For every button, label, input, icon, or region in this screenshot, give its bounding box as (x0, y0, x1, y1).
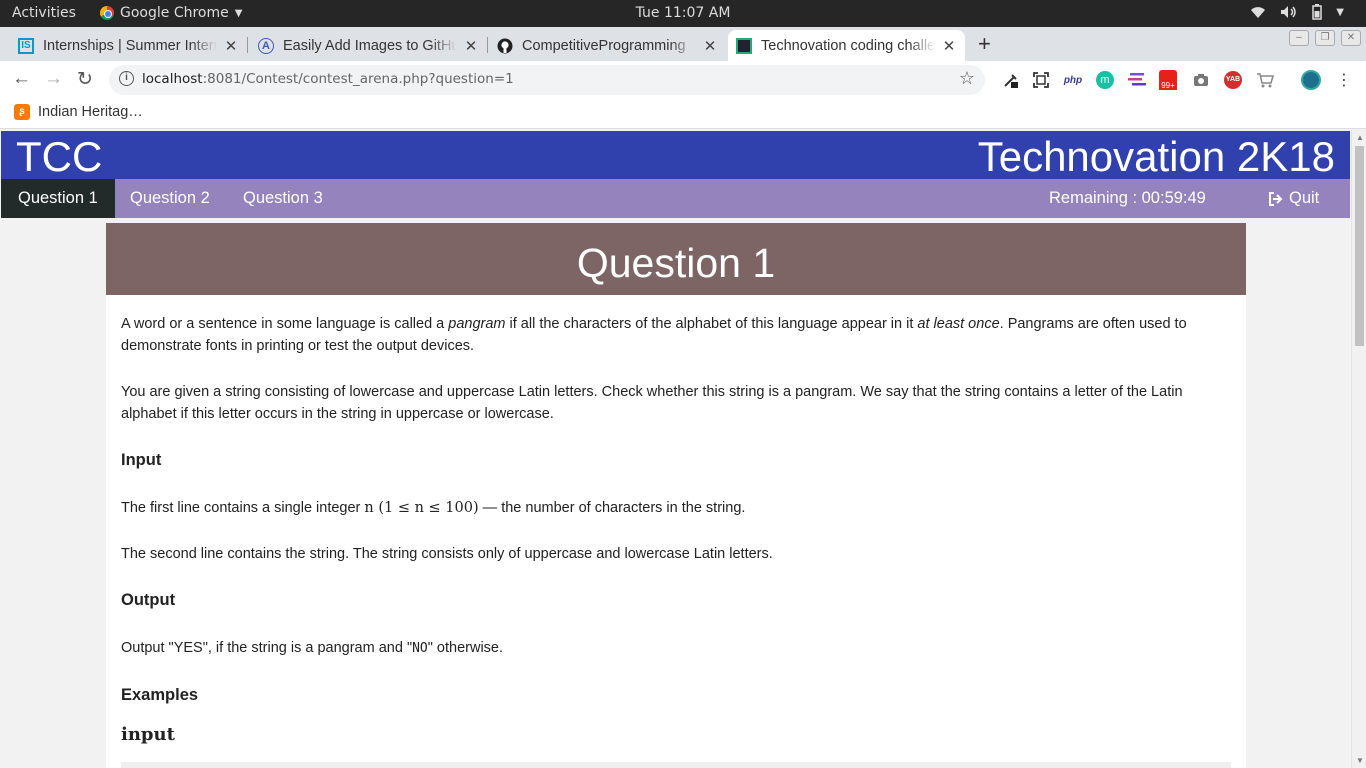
cart-icon[interactable] (1255, 70, 1275, 90)
bookmark-star-icon[interactable]: ☆ (959, 68, 975, 89)
tab-competitive-programming[interactable]: CompetitiveProgramming ✕ (489, 30, 726, 61)
back-button[interactable]: ← (12, 68, 31, 90)
site-brand[interactable]: TCC (16, 133, 102, 181)
reload-button[interactable]: ↻ (77, 68, 93, 91)
bookmark-indian-heritage[interactable]: ʂ Indian Heritag… (14, 104, 143, 120)
avatar[interactable] (1301, 70, 1321, 90)
event-title: Technovation 2K18 (977, 133, 1335, 180)
input-paragraph-2: The second line contains the string. The… (121, 546, 773, 562)
bookmarks-bar: ʂ Indian Heritag… (0, 99, 1366, 129)
quit-label: Quit (1289, 189, 1320, 207)
camera-icon[interactable] (1191, 70, 1211, 90)
yab-icon[interactable]: YAB (1223, 70, 1243, 90)
nav-question-3[interactable]: Question 3 (226, 179, 340, 218)
wifi-icon (1251, 7, 1266, 18)
example-input-box[interactable]: 12 (121, 762, 1231, 768)
battery-icon (1312, 4, 1323, 20)
internshala-favicon-icon: IS (18, 37, 34, 54)
php-icon[interactable]: php (1063, 70, 1083, 90)
m-extension-icon[interactable]: m (1095, 70, 1115, 90)
statement-paragraph-1: A word or a sentence in some language is… (121, 316, 1187, 354)
statement-paragraph-2: You are given a string consisting of low… (121, 384, 1183, 422)
tab-title: CompetitiveProgramming (522, 37, 686, 54)
scroll-up-icon[interactable]: ▲ (1356, 133, 1364, 142)
system-top-bar: Activities Google Chrome ▼ Tue 11:07 AM … (0, 0, 1366, 27)
info-icon[interactable]: i (119, 71, 134, 86)
app-menu[interactable]: Google Chrome ▼ (100, 5, 242, 21)
forward-button[interactable]: → (44, 68, 63, 90)
volume-icon (1281, 6, 1297, 18)
menu-kebab-icon[interactable]: ⋮ (1334, 70, 1354, 90)
examples-heading: Examples (121, 686, 199, 704)
tab-divider (247, 37, 248, 53)
close-tab-icon[interactable]: ✕ (463, 37, 479, 55)
tab-divider (487, 37, 488, 53)
close-window-button[interactable]: ✕ (1341, 30, 1361, 46)
tab-strip: IS Internships | Summer Internships ✕ A … (0, 27, 1366, 61)
nav-question-2[interactable]: Question 2 (113, 179, 227, 218)
system-tray[interactable]: ▼ (1250, 4, 1344, 20)
output-paragraph: Output "YES", if the string is a pangram… (121, 640, 504, 656)
chevron-down-icon: ▼ (234, 7, 243, 19)
scrollbar-thumb[interactable] (1355, 146, 1364, 346)
scroll-down-icon[interactable]: ▼ (1356, 756, 1364, 765)
address-bar[interactable]: i localhost:8081/Contest/contest_arena.p… (109, 65, 985, 95)
tab-title: Technovation coding challenge (761, 37, 935, 54)
activities-button[interactable]: Activities (12, 5, 76, 21)
nav-question-1[interactable]: Question 1 (1, 179, 115, 218)
question-panel: Question 1 A word or a sentence in some … (106, 223, 1246, 768)
input-heading: Input (121, 451, 162, 469)
close-tab-icon[interactable]: ✕ (941, 37, 957, 55)
page-scrollbar[interactable]: ▲ ▼ (1351, 130, 1366, 768)
output-heading: Output (121, 591, 176, 609)
github-icon (497, 38, 513, 54)
tab-title: Easily Add Images to GitHub (283, 37, 457, 54)
stack-icon[interactable] (1127, 70, 1147, 90)
eyedropper-icon[interactable] (1001, 70, 1021, 90)
tcc-favicon-icon (736, 37, 752, 54)
question-body: A word or a sentence in some language is… (106, 295, 1246, 768)
question-title: Question 1 (106, 223, 1246, 295)
page-viewport: TCC Technovation 2K18 Question 1 Questio… (0, 130, 1351, 768)
tab-internships[interactable]: IS Internships | Summer Internships ✕ (10, 30, 247, 61)
close-tab-icon[interactable]: ✕ (223, 37, 239, 55)
maximize-button[interactable]: ❐ (1315, 30, 1335, 46)
close-tab-icon[interactable]: ✕ (702, 37, 718, 55)
tab-github-images[interactable]: A Easily Add Images to GitHub ✕ (250, 30, 487, 61)
url-text[interactable]: localhost:8081/Contest/contest_arena.php… (142, 71, 514, 87)
question-nav: Question 1 Question 2 Question 3 Remaini… (1, 179, 1350, 218)
a-favicon-icon: A (258, 37, 274, 54)
chrome-icon (100, 6, 114, 20)
minimize-button[interactable]: – (1289, 30, 1309, 46)
site-header: TCC Technovation 2K18 (1, 131, 1350, 181)
tab-technovation[interactable]: Technovation coding challenge ✕ (728, 30, 965, 61)
example-input-heading: input (121, 724, 175, 745)
tab-title: Internships | Summer Internships (43, 37, 217, 54)
notification-badge-icon[interactable]: 99+ (1158, 70, 1178, 90)
chevron-down-icon: ▼ (1336, 6, 1344, 18)
bookmark-label: Indian Heritag… (38, 104, 143, 120)
remaining-timer: Remaining : 00:59:49 (1049, 189, 1206, 207)
xampp-icon: ʂ (14, 104, 30, 120)
new-tab-button[interactable]: + (978, 31, 991, 57)
quit-button[interactable]: Quit (1268, 179, 1319, 218)
app-name: Google Chrome (120, 5, 229, 21)
sign-out-icon (1269, 191, 1283, 206)
input-paragraph-1: The first line contains a single integer… (121, 500, 746, 516)
screenshot-icon[interactable] (1031, 70, 1051, 90)
